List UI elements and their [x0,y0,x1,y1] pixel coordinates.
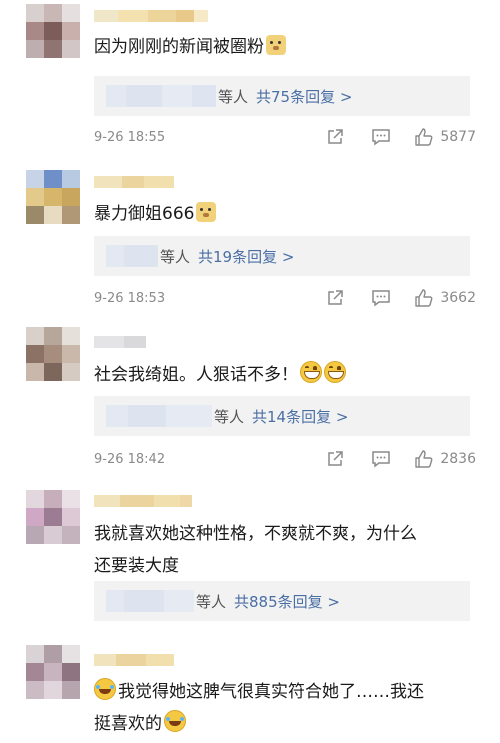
timestamp: 9-26 18:55 [94,129,166,145]
comment-body: 暴力御姐666 [94,204,195,224]
reply-usernames [106,405,212,427]
comment-text: 暴力御姐666 [94,198,460,230]
username[interactable] [94,336,146,348]
comment-text: 我觉得她这脾气很真实符合她了……我还 挺喜欢的 [94,676,460,740]
reply-count-link[interactable]: 共885条回复 > [234,591,340,612]
comment-body: 我就喜欢她这种性格，不爽就不爽，为什么 [94,524,417,544]
reply-count-link[interactable]: 共14条回复 > [252,406,348,427]
doge-emoji [196,202,217,222]
reply-count-link[interactable]: 共19条回复 > [198,246,294,267]
username[interactable] [94,495,192,507]
share-icon[interactable] [324,127,346,147]
comment-text: 社会我绮姐。人狠话不多！ [94,359,460,391]
comment-icon[interactable] [370,288,392,308]
username[interactable] [94,10,208,22]
comment-text: 因为刚刚的新闻被圈粉 [94,31,460,63]
reply-suffix: 等人 [196,592,227,611]
comment-icon[interactable] [370,127,392,147]
avatar[interactable] [26,490,80,544]
comment-meta: 9-26 18:42 2836 [94,449,476,469]
reply-summary[interactable]: 等人 共19条回复 > [94,236,470,276]
username[interactable] [94,654,174,666]
share-icon[interactable] [324,288,346,308]
reply-count-link[interactable]: 共75条回复 > [256,86,352,107]
comment-body: 社会我绮姐。人狠话不多！ [94,365,298,385]
reply-suffix: 等人 [160,247,191,266]
comment-meta: 9-26 18:53 3662 [94,288,476,308]
reply-suffix: 等人 [214,407,245,426]
like-button[interactable]: 2836 [414,449,476,469]
like-count: 2836 [440,451,476,467]
reply-summary[interactable]: 等人 共75条回复 > [94,76,470,116]
comment-body-line2: 还要装大度 [94,556,179,576]
like-button[interactable]: 5877 [414,127,476,147]
reply-usernames [106,85,216,107]
avatar[interactable] [26,645,80,699]
like-button[interactable]: 3662 [414,288,476,308]
timestamp: 9-26 18:53 [94,290,166,306]
thumbs-up-icon [414,449,434,469]
username[interactable] [94,176,174,188]
thumbs-up-icon [414,288,434,308]
reply-summary[interactable]: 等人 共885条回复 > [94,581,470,621]
comment-text: 我就喜欢她这种性格，不爽就不爽，为什么 还要装大度 [94,518,460,582]
like-count: 3662 [440,290,476,306]
avatar[interactable] [26,170,80,224]
reply-summary[interactable]: 等人 共14条回复 > [94,396,470,436]
reply-usernames [106,590,194,612]
doge-emoji [266,35,286,55]
comment-body-line2: 挺喜欢的 [94,714,162,734]
laugh-cry-emoji [94,678,116,700]
thumbs-up-icon [414,127,434,147]
comment-icon[interactable] [370,449,392,469]
grin-emoji [300,361,322,383]
grin-emoji [324,361,346,383]
avatar[interactable] [26,327,80,381]
reply-usernames [106,245,158,267]
reply-suffix: 等人 [218,87,249,106]
comment-body: 因为刚刚的新闻被圈粉 [94,37,264,57]
comment-body: 我觉得她这脾气很真实符合她了……我还 [118,682,424,702]
avatar[interactable] [26,4,80,58]
timestamp: 9-26 18:42 [94,451,166,467]
like-count: 5877 [440,129,476,145]
share-icon[interactable] [324,449,346,469]
comment-meta: 9-26 18:55 5877 [94,127,476,147]
laugh-cry-emoji [164,710,186,732]
